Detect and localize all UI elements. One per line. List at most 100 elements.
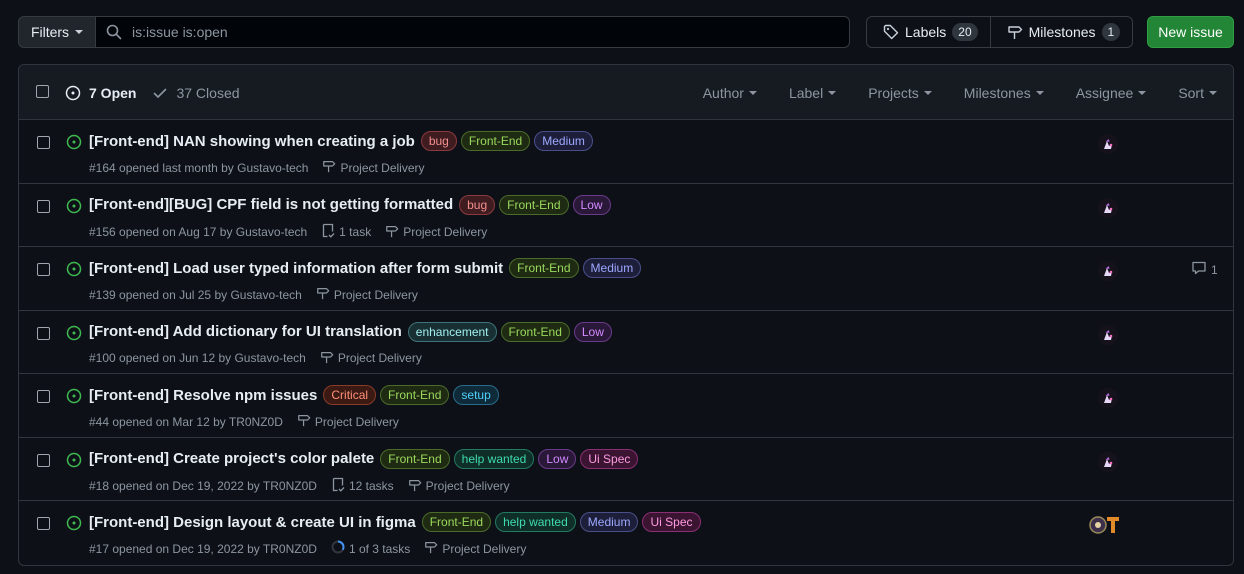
closed-issues-tab[interactable]: 37 Closed [152, 84, 240, 101]
issue-label[interactable]: Front-End [509, 258, 579, 278]
issue-label[interactable]: bug [420, 131, 457, 151]
assignee-avatar[interactable] [1097, 197, 1119, 222]
issue-title-link[interactable]: [Front-end][BUG] CPF field is not gettin… [89, 196, 453, 213]
comment-icon [1191, 260, 1207, 279]
milestone-icon [297, 413, 311, 430]
issue-label[interactable]: Front-End [460, 131, 531, 151]
filter-label: Sort [1178, 84, 1204, 101]
assignee-avatar[interactable] [1097, 387, 1119, 412]
issue-label[interactable]: Ui Spec [642, 512, 701, 532]
issue-label[interactable]: Low [572, 194, 611, 215]
issue-label[interactable]: Front-End [421, 512, 492, 532]
issue-title-link[interactable]: [Front-end] Load user typed information … [89, 260, 503, 277]
issue-opened-icon [66, 388, 82, 407]
issue-milestone-link[interactable]: Project Delivery [340, 161, 424, 175]
issue-row[interactable]: [Front-end] NAN showing when creating a … [19, 120, 1233, 184]
labels-counter: 20 [952, 23, 978, 41]
labels-button[interactable]: Labels 20 [867, 17, 990, 47]
issue-tasks: 1 task [339, 225, 372, 239]
issue-opened-by: #17 opened on Dec 19, 2022 by TR0NZ0D [89, 541, 317, 556]
filter-label: Milestones [963, 84, 1031, 101]
assignee-avatar[interactable] [1097, 133, 1119, 158]
filter-assignee[interactable]: Assignee [1076, 85, 1147, 101]
issue-checkbox[interactable] [37, 136, 50, 149]
issue-milestone-link[interactable]: Project Delivery [426, 479, 510, 493]
issue-row[interactable]: [Front-end] Design layout & create UI in… [19, 501, 1233, 565]
issue-row[interactable]: [Front-end] Add dictionary for UI transl… [19, 311, 1233, 374]
caret-down-icon [75, 30, 84, 34]
open-issues-tab[interactable]: 7 Open [65, 85, 136, 101]
issue-label[interactable]: Low [573, 321, 612, 342]
issue-title-link[interactable]: [Front-end] Design layout & create UI in… [89, 514, 416, 531]
issue-row[interactable]: [Front-end] Load user typed information … [19, 247, 1233, 311]
milestones-button[interactable]: Milestones 1 [989, 17, 1133, 47]
issue-meta: #156 opened on Aug 17 by Gustavo-tech 1 t… [89, 223, 487, 242]
issue-opened-icon [66, 134, 82, 153]
issue-label[interactable]: bug [459, 194, 496, 215]
issue-checkbox[interactable] [37, 326, 50, 340]
issue-label[interactable]: help wanted [495, 512, 576, 532]
issue-milestone-link[interactable]: Project Delivery [338, 351, 422, 365]
assignee-avatar[interactable] [1097, 260, 1119, 285]
new-issue-button[interactable]: New issue [1147, 16, 1234, 48]
issue-checkbox[interactable] [37, 263, 50, 276]
issue-label[interactable]: Medium [579, 512, 639, 532]
issue-label[interactable]: Front-End [500, 321, 570, 342]
issue-opened-icon [66, 515, 82, 534]
check-icon [154, 88, 167, 98]
issue-opened-by: #156 opened on Aug 17 by Gustavo-tech [89, 225, 308, 239]
filter-milestones[interactable]: Milestones [964, 85, 1044, 101]
filter-label[interactable]: Label [789, 85, 837, 101]
issue-label[interactable]: enhancement [407, 321, 497, 342]
assignee-avatar[interactable] [1097, 324, 1119, 349]
issue-opened-by: #100 opened on Jun 12 by Gustavo-tech [89, 351, 306, 365]
issue-title-link[interactable]: [Front-end] Create project's color palet… [89, 450, 374, 467]
issue-rows: [Front-end] NAN showing when creating a … [19, 120, 1233, 565]
issue-label[interactable]: Front-End [380, 385, 450, 405]
issue-milestone-link[interactable]: Project Delivery [403, 225, 487, 239]
assignee-avatar[interactable] [1097, 451, 1119, 476]
issue-title-link[interactable]: [Front-end] NAN showing when creating a … [89, 133, 415, 150]
caret-down-icon [1209, 90, 1217, 95]
issue-title-link[interactable]: [Front-end] Add dictionary for UI transl… [89, 323, 402, 340]
filters-label: Filters [30, 24, 70, 40]
comments-link[interactable]: 1 [1191, 260, 1218, 279]
issue-label[interactable]: help wanted [453, 448, 535, 469]
assignee-avatar[interactable] [1087, 514, 1121, 539]
progress-ring-icon [331, 540, 345, 557]
issue-label[interactable]: Front-End [380, 448, 450, 469]
issue-milestone-link[interactable]: Project Delivery [442, 542, 526, 556]
issue-title-line: [Front-end] Resolve npm issues Critical Fr… [89, 385, 499, 405]
issue-label[interactable]: Low [538, 448, 577, 469]
issue-label[interactable]: Medium [582, 258, 642, 278]
filters-button[interactable]: Filters [18, 16, 96, 48]
issue-row[interactable]: [Front-end] Resolve npm issues Critical Fr… [19, 374, 1233, 438]
checklist-icon [331, 477, 345, 496]
issue-title-link[interactable]: [Front-end] Resolve npm issues [89, 387, 317, 404]
issue-title-line: [Front-end] Load user typed information … [89, 258, 642, 278]
issue-row[interactable]: [Front-end] Create project's color palet… [19, 438, 1233, 501]
issue-row[interactable]: [Front-end][BUG] CPF field is not gettin… [19, 184, 1233, 247]
issue-label[interactable]: Medium [534, 131, 593, 151]
issue-label[interactable]: setup [453, 385, 499, 405]
search-box[interactable] [96, 16, 850, 48]
issue-checkbox[interactable] [37, 199, 50, 213]
issue-label[interactable]: Critical [323, 385, 377, 405]
issue-checkbox[interactable] [37, 517, 50, 530]
labels-label: Labels [905, 24, 947, 40]
select-all-checkbox[interactable] [36, 85, 49, 98]
milestone-icon [385, 224, 399, 241]
issue-checkbox[interactable] [37, 390, 50, 403]
search-input[interactable] [132, 24, 812, 40]
issue-label[interactable]: Front-End [499, 194, 569, 215]
issue-milestone-link[interactable]: Project Delivery [315, 415, 399, 429]
issue-opened-icon [66, 261, 82, 280]
closed-count: 37 Closed [176, 84, 240, 101]
issue-milestone-link[interactable]: Project Delivery [334, 288, 418, 302]
filter-author[interactable]: Author [703, 85, 757, 101]
issue-checkbox[interactable] [37, 453, 50, 467]
issue-label[interactable]: Ui Spec [580, 448, 639, 469]
filter-sort[interactable]: Sort [1178, 85, 1217, 101]
caret-down-icon [1138, 90, 1147, 95]
filter-projects[interactable]: Projects [868, 85, 932, 101]
